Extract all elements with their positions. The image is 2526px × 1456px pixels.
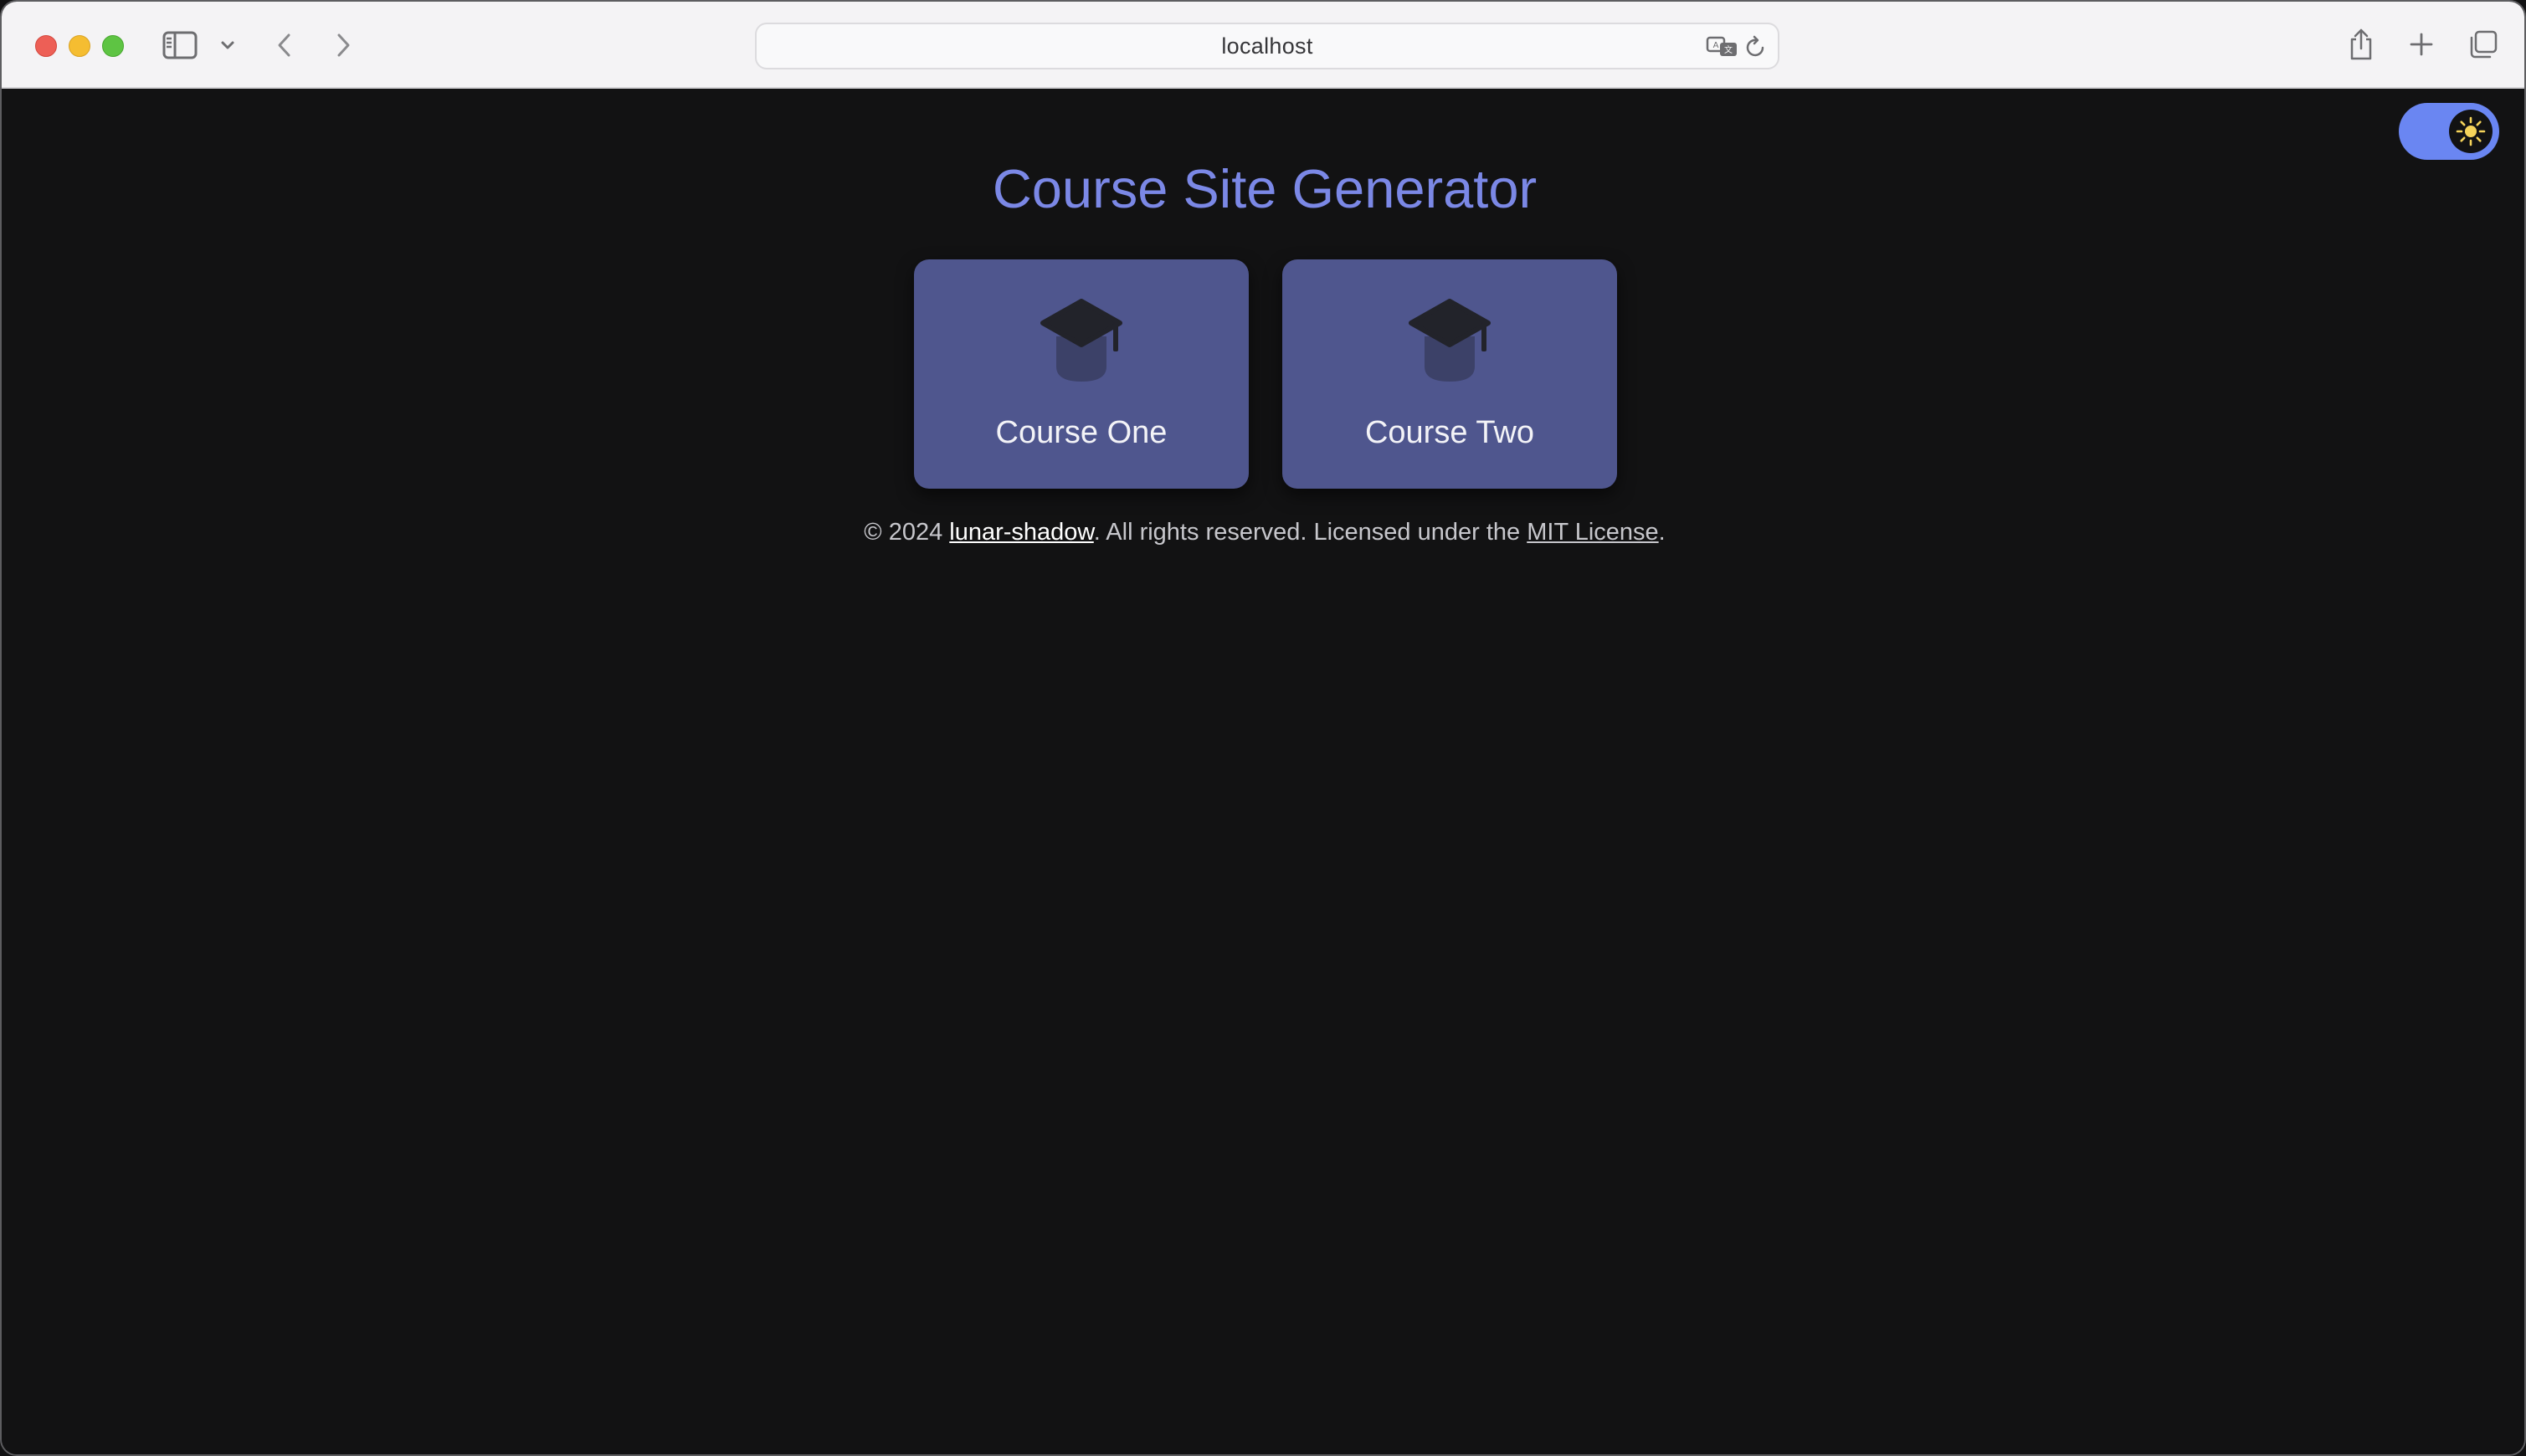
sun-icon [2456,116,2486,146]
theme-toggle-knob [2449,110,2493,153]
course-card-one[interactable]: Course One [914,259,1249,489]
tab-overview-icon[interactable] [2467,28,2499,60]
translate-icon[interactable]: A 文 [1706,34,1739,59]
close-window-button[interactable] [35,35,57,57]
footer: © 2024 lunar-shadow. All rights reserved… [2,519,2524,546]
back-arrow-icon[interactable] [275,30,295,60]
footer-period: . [1658,519,1666,546]
share-icon[interactable] [2347,27,2375,62]
minimize-window-button[interactable] [69,35,90,57]
browser-window: localhost A 文 Course Site Generator Cour… [0,0,2526,1456]
svg-text:文: 文 [1724,44,1733,55]
footer-rights-text: . All rights reserved. Licensed under th… [1093,519,1527,546]
sidebar-icon[interactable] [162,30,198,60]
browser-toolbar: localhost A 文 [2,2,2524,89]
license-link[interactable]: MIT License [1527,519,1658,546]
course-card-label: Course One [995,415,1168,450]
course-card-label: Course Two [1364,415,1535,450]
zoom-window-button[interactable] [102,35,124,57]
page-title: Course Site Generator [992,158,1538,219]
course-list: Course One Course Two [914,259,1617,489]
course-card-two[interactable]: Course Two [1282,259,1617,489]
plus-icon[interactable] [2407,30,2436,59]
forward-arrow-icon[interactable] [333,30,353,60]
chevron-down-icon[interactable] [219,38,236,52]
reload-icon[interactable] [1744,34,1768,59]
graduation-cap-icon [1040,299,1122,382]
page-content: Course Site Generator Course One Course … [2,89,2524,1454]
theme-toggle[interactable] [2399,103,2499,160]
address-bar[interactable]: localhost A 文 [755,23,1779,69]
footer-copyright: © 2024 [864,519,950,546]
graduation-cap-icon [1409,299,1491,382]
author-link[interactable]: lunar-shadow [949,519,1094,546]
address-text: localhost [1221,33,1313,59]
svg-text:A: A [1713,41,1719,50]
